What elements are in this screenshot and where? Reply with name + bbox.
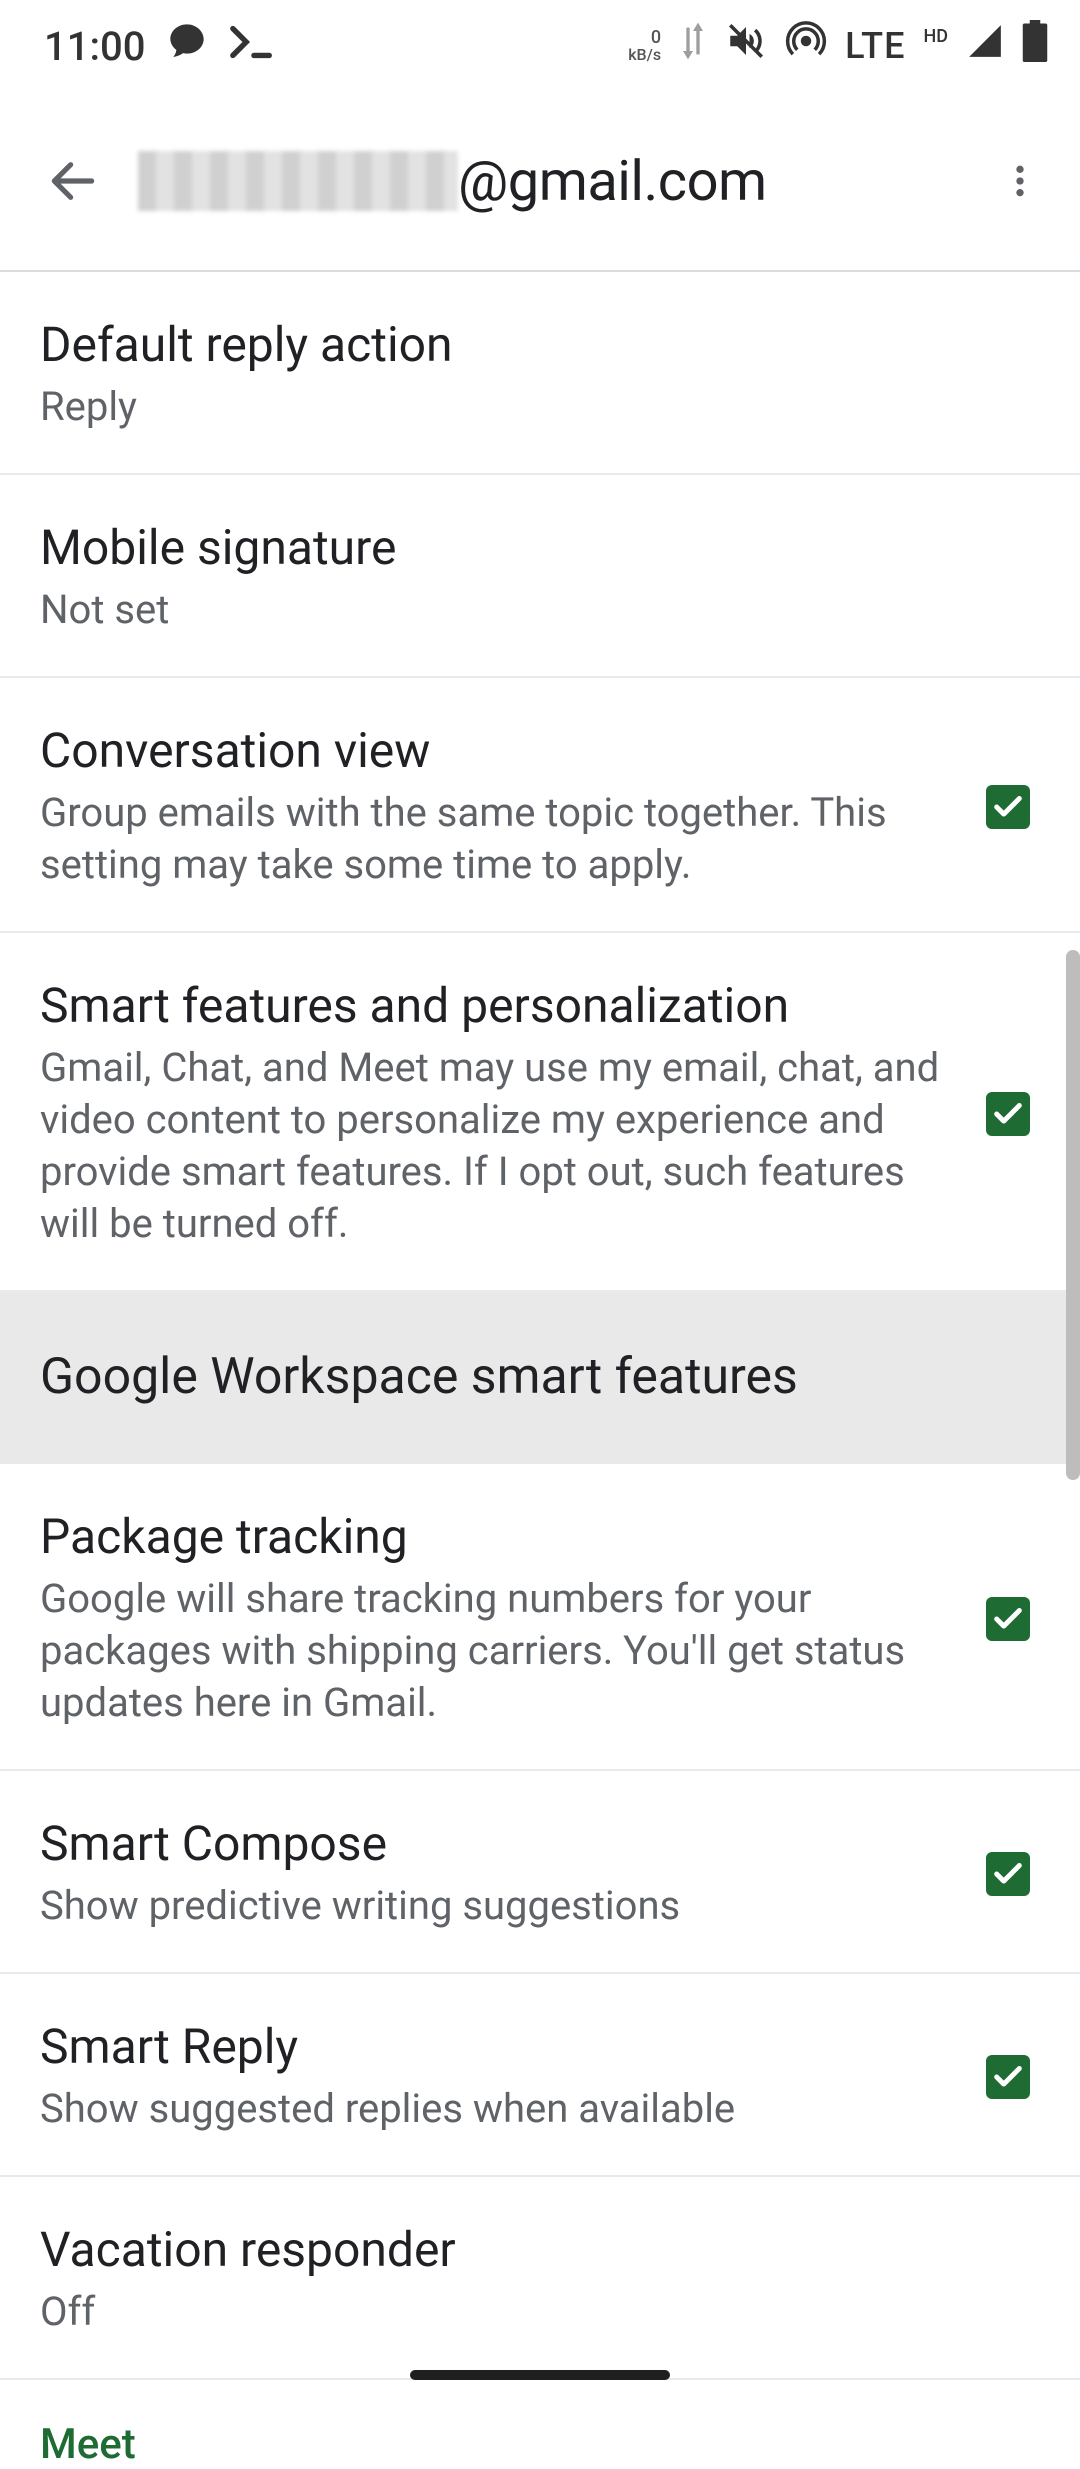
lte-label: LTE	[845, 25, 905, 67]
chat-bubble-icon	[167, 21, 207, 71]
setting-default-reply-action[interactable]: Default reply action Reply	[0, 272, 1080, 475]
checkbox-smart-compose[interactable]	[986, 1852, 1030, 1896]
section-header-meet: Meet	[0, 2380, 1080, 2469]
signal-icon	[966, 22, 1004, 70]
battery-icon	[1022, 20, 1048, 72]
app-bar: @gmail.com	[0, 92, 1080, 272]
setting-package-tracking[interactable]: Package tracking Google will share track…	[0, 1464, 1080, 1771]
hd-label: HD	[923, 26, 948, 47]
setting-smart-features[interactable]: Smart features and personalization Gmail…	[0, 933, 1080, 1292]
setting-title: Vacation responder	[40, 2221, 1010, 2278]
setting-title: Package tracking	[40, 1508, 956, 1565]
hotspot-icon	[785, 20, 827, 72]
setting-smart-reply[interactable]: Smart Reply Show suggested replies when …	[0, 1974, 1080, 2177]
email-suffix: @gmail.com	[458, 148, 767, 214]
mute-icon	[725, 20, 767, 72]
setting-description: Gmail, Chat, and Meet may use my email, …	[40, 1042, 956, 1250]
checkbox-smart-features[interactable]	[986, 1092, 1030, 1136]
setting-description: Show suggested replies when available	[40, 2083, 956, 2135]
checkbox-package-tracking[interactable]	[986, 1597, 1030, 1641]
setting-description: Show predictive writing suggestions	[40, 1880, 956, 1932]
setting-google-workspace-smart-features[interactable]: Google Workspace smart features	[0, 1292, 1080, 1464]
terminal-icon	[229, 23, 275, 70]
data-arrows-icon	[679, 21, 707, 71]
status-time: 11:00	[44, 23, 145, 70]
redacted-email-prefix	[138, 151, 458, 211]
setting-title: Default reply action	[40, 316, 1010, 373]
setting-title: Mobile signature	[40, 519, 1010, 576]
setting-title: Smart Compose	[40, 1815, 956, 1872]
overflow-menu-button[interactable]	[980, 141, 1060, 221]
setting-description: Group emails with the same topic togethe…	[40, 787, 956, 891]
setting-value: Reply	[40, 381, 1010, 433]
setting-conversation-view[interactable]: Conversation view Group emails with the …	[0, 678, 1080, 933]
setting-title: Google Workspace smart features	[40, 1348, 1010, 1406]
nav-handle[interactable]	[410, 2370, 670, 2380]
settings-list: Default reply action Reply Mobile signat…	[0, 272, 1080, 2469]
setting-title: Conversation view	[40, 722, 956, 779]
back-button[interactable]	[28, 136, 118, 226]
setting-title: Smart features and personalization	[40, 977, 956, 1034]
setting-vacation-responder[interactable]: Vacation responder Off	[0, 2177, 1080, 2380]
status-bar: 11:00 0 kB/s LTE HD	[0, 0, 1080, 92]
account-title: @gmail.com	[138, 148, 980, 214]
network-speed-indicator: 0 kB/s	[628, 29, 661, 63]
checkbox-smart-reply[interactable]	[986, 2055, 1030, 2099]
setting-value: Off	[40, 2286, 1010, 2338]
checkbox-conversation-view[interactable]	[986, 785, 1030, 829]
setting-title: Smart Reply	[40, 2018, 956, 2075]
scroll-thumb[interactable]	[1066, 950, 1080, 1480]
setting-value: Not set	[40, 584, 1010, 636]
setting-smart-compose[interactable]: Smart Compose Show predictive writing su…	[0, 1771, 1080, 1974]
setting-description: Google will share tracking numbers for y…	[40, 1573, 956, 1729]
setting-mobile-signature[interactable]: Mobile signature Not set	[0, 475, 1080, 678]
